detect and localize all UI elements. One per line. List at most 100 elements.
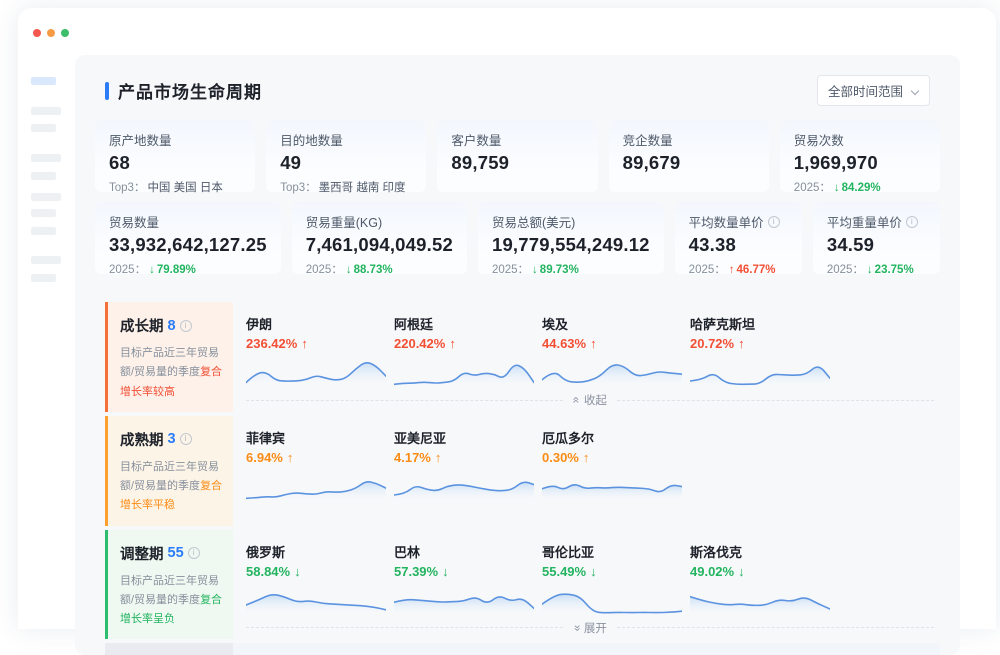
trend-arrow-icon: 89.73% — [532, 264, 579, 276]
expand-toggle-adjust[interactable]: 展开 — [246, 619, 934, 637]
country-change: 220.42% — [394, 336, 542, 351]
sparkline-chart — [246, 581, 394, 617]
info-icon[interactable] — [906, 216, 918, 228]
trend-arrow-icon: 88.73% — [346, 264, 393, 276]
dashboard-panel: 产品市场生命周期 全部时间范围 原产地数量 68 Top3：中国 美国 日本 目… — [75, 55, 960, 655]
country-chart-argentina[interactable]: 阿根廷 220.42% — [394, 308, 542, 389]
stats-row-1: 原产地数量 68 Top3：中国 美国 日本 目的地数量 49 Top3：墨西哥… — [95, 120, 940, 192]
trend-arrow-icon: 46.77% — [729, 264, 776, 276]
country-chart-armenia[interactable]: 亚美尼亚 4.17% — [394, 422, 542, 503]
sparkline-chart — [246, 353, 394, 389]
section-count: 55 — [168, 545, 184, 561]
stat-value: 89,759 — [451, 152, 583, 174]
sidebar-skeleton-item — [31, 193, 61, 201]
trend-arrow-icon: 84.29% — [834, 182, 881, 194]
stat-label: 平均数量单价 — [689, 212, 788, 231]
stat-sub: 2025：89.73% — [492, 261, 650, 277]
section-title: 调整期 — [120, 543, 164, 564]
stat-sub: 2025：46.77% — [689, 261, 788, 277]
country-change: 55.49% — [542, 564, 690, 579]
title-accent-bar — [105, 82, 109, 100]
adjust-label-cell: 调整期 55 目标产品近三年贸易额/贸易量的季度复合增长率呈负 — [105, 530, 233, 640]
country-name: 哈萨克斯坦 — [690, 308, 838, 333]
sidebar-skeleton-item — [31, 209, 56, 217]
stat-value: 68 — [109, 152, 241, 174]
country-chart-philippines[interactable]: 菲律宾 6.94% — [246, 422, 394, 503]
country-name: 菲律宾 — [246, 422, 394, 447]
chevron-double-down-icon — [571, 624, 583, 631]
stat-value: 7,461,094,049.52 — [306, 234, 453, 256]
country-chart-colombia[interactable]: 哥伦比亚 55.49% — [542, 536, 690, 617]
lifecycle-row-adjust: 调整期 55 目标产品近三年贸易额/贸易量的季度复合增长率呈负 俄罗斯 58.8… — [105, 530, 940, 640]
stat-label: 贸易重量(KG) — [306, 212, 453, 231]
country-name: 巴林 — [394, 536, 542, 561]
stat-sub: Top3：中国 美国 日本 — [109, 179, 241, 195]
sparkline-chart — [542, 353, 690, 389]
stat-card-avg-weight-price: 平均重量单价 34.59 2025：23.75% — [813, 202, 940, 274]
country-change: 57.39% — [394, 564, 542, 579]
collapse-toggle-growth[interactable]: 收起 — [246, 391, 934, 409]
stat-sub: 2025：23.75% — [827, 261, 926, 277]
country-name: 哥伦比亚 — [542, 536, 690, 561]
stat-value: 34.59 — [827, 234, 926, 256]
country-change: 49.02% — [690, 564, 838, 579]
lifecycle-row-mature: 成熟期 3 目标产品近三年贸易额/贸易量的季度复合增长率平稳 菲律宾 6.94% — [105, 416, 940, 526]
sparkline-chart — [690, 581, 838, 617]
sparkline-chart — [690, 353, 838, 389]
growth-label-cell: 成长期 8 目标产品近三年贸易额/贸易量的季度复合增长率较高 — [105, 302, 233, 412]
sidebar-skeleton-item — [31, 274, 56, 282]
stat-sub: Top3：墨西哥 越南 印度 — [280, 179, 412, 195]
sidebar-skeleton-item — [31, 124, 56, 132]
stats-row-2: 贸易数量 33,932,642,127.25 2025：79.89% 贸易重量(… — [95, 202, 940, 274]
stat-value: 33,932,642,127.25 — [109, 234, 267, 256]
country-chart-bahrain[interactable]: 巴林 57.39% — [394, 536, 542, 617]
stat-label: 原产地数量 — [109, 130, 241, 149]
country-chart-slovakia[interactable]: 斯洛伐克 49.02% — [690, 536, 838, 617]
stat-sub — [623, 179, 755, 193]
country-name: 伊朗 — [246, 308, 394, 333]
stat-sub: 2025：84.29% — [794, 179, 926, 195]
time-range-value: 全部时间范围 — [828, 81, 903, 100]
sidebar-skeleton-item — [31, 256, 61, 264]
country-chart-ecuador[interactable]: 厄瓜多尔 0.30% — [542, 422, 690, 503]
page-title: 产品市场生命周期 — [118, 78, 262, 103]
section-count: 3 — [168, 431, 176, 447]
stat-label: 竞企数量 — [623, 130, 755, 149]
stat-label: 目的地数量 — [280, 130, 412, 149]
time-range-select[interactable]: 全部时间范围 — [817, 75, 930, 106]
lifecycle-section: 成长期 8 目标产品近三年贸易额/贸易量的季度复合增长率较高 伊朗 236.42… — [105, 302, 940, 655]
stat-card-competitors: 竞企数量 89,679 — [609, 120, 769, 192]
country-chart-kazakhstan[interactable]: 哈萨克斯坦 20.72% — [690, 308, 838, 389]
trend-arrow-icon: 79.89% — [149, 264, 196, 276]
stat-value: 89,679 — [623, 152, 755, 174]
info-icon[interactable] — [180, 433, 192, 445]
stat-value: 19,779,554,249.12 — [492, 234, 650, 256]
stat-card-destinations: 目的地数量 49 Top3：墨西哥 越南 印度 — [266, 120, 426, 192]
country-chart-egypt[interactable]: 埃及 44.63% — [542, 308, 690, 389]
section-count: 8 — [168, 318, 176, 334]
stat-sub: 2025：88.73% — [306, 261, 453, 277]
sidebar-skeleton-item — [31, 227, 56, 235]
sparkline-chart — [394, 467, 542, 503]
info-icon[interactable] — [768, 216, 780, 228]
country-chart-russia[interactable]: 俄罗斯 58.84% — [246, 536, 394, 617]
stat-label: 平均重量单价 — [827, 212, 926, 231]
section-description: 目标产品近三年贸易额/贸易量的季度复合增长率呈负 — [120, 572, 223, 630]
info-icon[interactable] — [188, 547, 200, 559]
stat-value: 43.38 — [689, 234, 788, 256]
country-chart-iran[interactable]: 伊朗 236.42% — [246, 308, 394, 389]
chevron-double-up-icon — [571, 397, 583, 404]
stat-value: 1,969,970 — [794, 152, 926, 174]
stat-card-origins: 原产地数量 68 Top3：中国 美国 日本 — [95, 120, 255, 192]
sparkline-chart — [394, 581, 542, 617]
close-window-icon — [33, 29, 41, 37]
stat-card-trade-quantity: 贸易数量 33,932,642,127.25 2025：79.89% — [95, 202, 281, 274]
country-change: 6.94% — [246, 450, 394, 465]
stat-label: 贸易总额(美元) — [492, 212, 650, 231]
other-countries-list: 留尼旺岛 南非 阿曼 赫德岛和麦克唐纳群岛 乌拉圭 坦桑尼亚 中国(澳门) 黎巴… — [233, 643, 940, 655]
sparkline-chart — [394, 353, 542, 389]
section-description: 目标产品近三年贸易额/贸易量的季度复合增长率平稳 — [120, 458, 223, 516]
info-icon[interactable] — [180, 320, 192, 332]
mature-label-cell: 成熟期 3 目标产品近三年贸易额/贸易量的季度复合增长率平稳 — [105, 416, 233, 526]
stat-label: 贸易次数 — [794, 130, 926, 149]
